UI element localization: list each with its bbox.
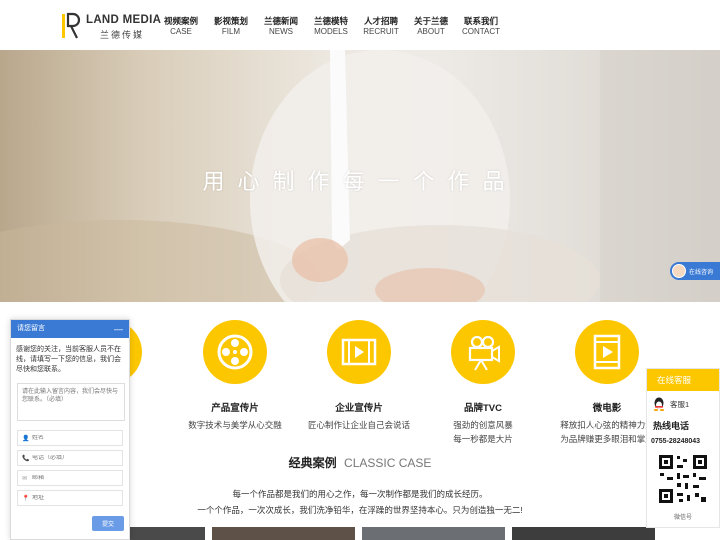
nav-item-news[interactable]: 兰德新闻 NEWS — [256, 16, 306, 38]
hotline-title: 热线电话 — [653, 421, 690, 431]
nav-label-en: FILM — [221, 27, 241, 36]
email-input[interactable] — [32, 475, 120, 481]
user-icon: 👤 — [22, 435, 30, 442]
case-thumbnail[interactable] — [212, 527, 355, 540]
location-icon: 📍 — [22, 495, 30, 502]
leave-message-intro: 感谢您的关注，当前客服人员不在线，请填写一下您的信息，我们会尽快和您联系。 — [16, 346, 121, 373]
online-chat-tab[interactable]: 在线咨询 — [670, 262, 720, 280]
nav-label-cn: 视频案例 — [163, 16, 198, 26]
service-desc-line: 每一秒都是大片 — [453, 434, 513, 444]
customer-service-title: 在线客服 — [647, 369, 719, 391]
email-field[interactable]: ✉ — [17, 470, 123, 486]
classic-case-title-cn: 经典案例 — [288, 456, 337, 470]
wechat-qr-code — [657, 453, 709, 505]
nav-label-en: NEWS — [269, 27, 293, 36]
nav-label-cn: 人才招聘 — [363, 16, 398, 26]
classic-case-title-en: CLASSIC CASE — [344, 456, 432, 470]
service-desc: 数字技术与美学从心交融 — [188, 420, 282, 430]
name-field[interactable]: 👤 — [17, 430, 123, 446]
phone-icon: 📞 — [22, 455, 30, 462]
nav-item-case[interactable]: 视频案例 CASE — [156, 16, 206, 38]
address-input[interactable] — [32, 495, 120, 501]
nav-item-film[interactable]: 影视策划 FILM — [206, 16, 256, 38]
minimize-icon[interactable]: — — [114, 320, 123, 338]
service-icon-circle — [203, 320, 267, 384]
logo-mark-icon — [62, 12, 81, 39]
film-play-icon — [593, 334, 621, 370]
service-icon-circle — [327, 320, 391, 384]
service-brand-tvc[interactable]: 品牌TVC 强劲的创意风暴 每一秒都是大片 — [423, 320, 543, 446]
nav-label-cn: 关于兰德 — [413, 16, 448, 26]
hotline-phone: 0755-28248043 — [651, 438, 701, 445]
nav-label-en: ABOUT — [417, 27, 445, 36]
address-field[interactable]: 📍 — [17, 490, 123, 506]
nav-label-en: CASE — [170, 27, 192, 36]
service-icon-circle — [451, 320, 515, 384]
nav-label-cn: 兰德模特 — [313, 16, 348, 26]
service-desc-line: 强劲的创意风暴 — [453, 420, 513, 430]
nav-item-about[interactable]: 关于兰德 ABOUT — [406, 16, 456, 38]
nav-label-cn: 联系我们 — [463, 16, 498, 26]
phone-input[interactable] — [32, 455, 120, 461]
logo-text-en: LAND MEDIA — [86, 14, 162, 26]
service-desc: 强劲的创意风暴 每一秒都是大片 — [423, 418, 543, 446]
message-content-textarea[interactable] — [17, 383, 125, 421]
service-title: 企业宣传片 — [335, 403, 383, 414]
phone-field[interactable]: 📞 — [17, 450, 123, 466]
hero-banner: 用心制作每一个作品 — [0, 50, 720, 302]
agent-avatar-icon — [672, 264, 686, 278]
case-thumbnail[interactable] — [512, 527, 655, 540]
service-title: 品牌TVC — [463, 403, 502, 414]
qq-service-label: 客服1 — [670, 399, 690, 409]
logo[interactable]: LAND MEDIA 兰德传媒 — [60, 12, 162, 42]
leave-message-header: 请您留言 — — [11, 320, 129, 338]
chat-tab-label: 在线咨询 — [689, 269, 714, 276]
nav-label-en: MODELS — [314, 27, 348, 36]
nav-label-cn: 影视策划 — [213, 16, 248, 26]
movie-camera-icon — [468, 335, 500, 371]
nav-item-recruit[interactable]: 人才招聘 RECRUIT — [356, 16, 406, 38]
service-title: 产品宣传片 — [211, 403, 259, 414]
service-icon-circle — [575, 320, 639, 384]
service-desc-line: 释放扣人心弦的精神力量 — [560, 420, 654, 430]
nav-label-en: CONTACT — [461, 27, 501, 36]
nav-item-models[interactable]: 兰德模特 MODELS — [306, 16, 356, 38]
nav-item-contact[interactable]: 联系我们 CONTACT — [456, 16, 506, 38]
logo-text-cn: 兰德传媒 — [100, 30, 145, 40]
customer-service-panel: 在线客服 客服1 热线电话 0755-28248043 微信号 — [646, 368, 720, 528]
nav-label-en: RECRUIT — [363, 27, 399, 36]
service-desc: 匠心制作让企业自己会说话 — [307, 420, 410, 430]
name-input[interactable] — [32, 435, 120, 441]
wechat-qr-label: 微信号 — [673, 515, 692, 521]
banner-slogan: 用心制作每一个作品 — [202, 169, 518, 194]
main-nav: 视频案例 CASE 影视策划 FILM 兰德新闻 NEWS 兰德模特 MODEL… — [156, 16, 506, 38]
case-thumbnails — [62, 527, 662, 540]
nav-label-cn: 兰德新闻 — [263, 16, 298, 26]
leave-message-panel: 请您留言 — 感谢您的关注，当前客服人员不在线，请填写一下您的信息，我们会尽快和… — [10, 319, 130, 540]
leave-message-title: 请您留言 — [17, 325, 45, 332]
email-icon: ✉ — [22, 475, 28, 482]
film-strip-play-icon — [341, 338, 377, 366]
service-product-video[interactable]: 产品宣传片 数字技术与美学从心交融 — [175, 320, 295, 432]
qq-service-link[interactable]: 客服1 — [653, 397, 719, 411]
site-header: LAND MEDIA 兰德传媒 视频案例 CASE 影视策划 FILM 兰德新闻… — [0, 0, 720, 50]
service-desc-line: 为品牌赚更多眼泪和掌声 — [560, 434, 654, 444]
case-thumbnail[interactable] — [362, 527, 505, 540]
qq-penguin-icon — [653, 397, 665, 411]
service-corporate-video[interactable]: 企业宣传片 匠心制作让企业自己会说话 — [299, 320, 419, 432]
film-reel-icon — [217, 334, 253, 370]
submit-button[interactable]: 提交 — [92, 516, 124, 531]
